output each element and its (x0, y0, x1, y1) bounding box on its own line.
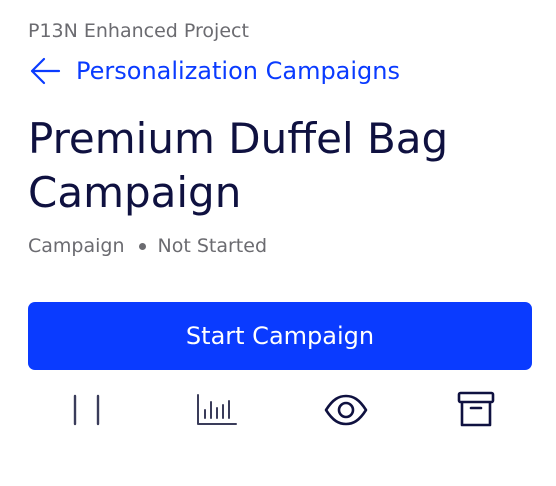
campaign-meta: Campaign Not Started (28, 235, 267, 257)
back-link-label: Personalization Campaigns (76, 57, 400, 85)
bar-chart-icon (194, 390, 238, 430)
pause-icon (67, 390, 107, 430)
archive-button[interactable] (446, 386, 506, 434)
analytics-button[interactable] (186, 386, 246, 434)
status-badge: Not Started (157, 235, 268, 257)
pause-button[interactable] (57, 386, 117, 434)
preview-button[interactable] (316, 386, 376, 434)
back-link[interactable]: Personalization Campaigns (28, 54, 400, 88)
start-campaign-button[interactable]: Start Campaign (28, 302, 532, 370)
action-toolbar (28, 386, 532, 434)
arrow-left-icon (28, 54, 62, 88)
eye-icon (323, 390, 369, 430)
archive-icon (454, 390, 498, 430)
campaign-type: Campaign (28, 235, 125, 257)
page-title: Premium Duffel Bag Campaign (28, 114, 449, 217)
project-name: P13N Enhanced Project (28, 20, 249, 42)
separator-dot (138, 242, 146, 250)
